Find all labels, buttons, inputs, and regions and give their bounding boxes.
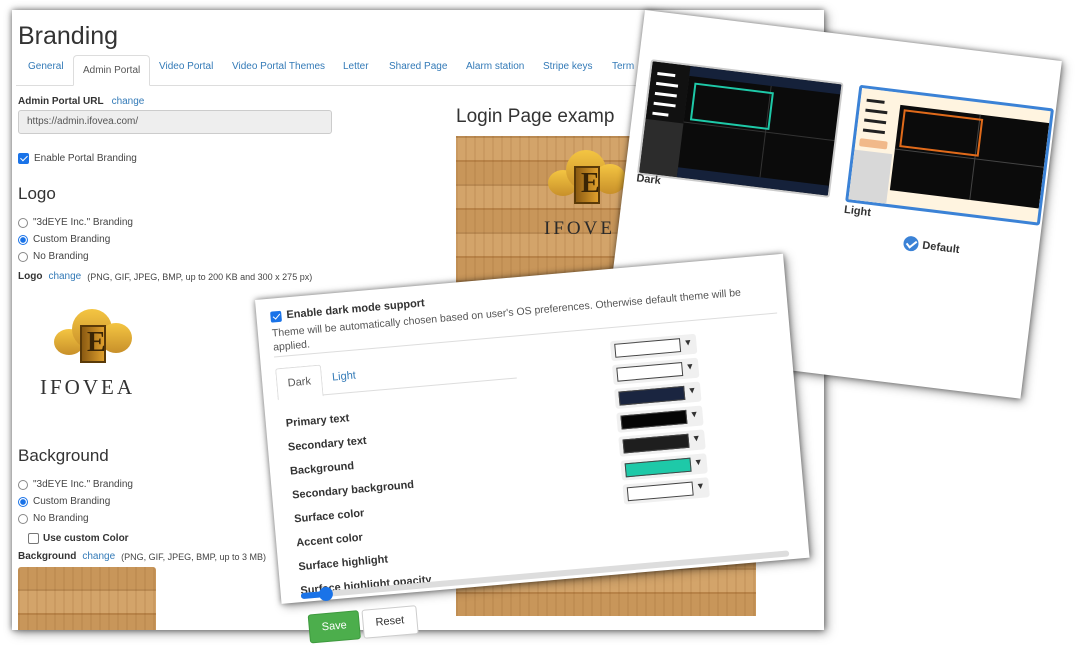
tab-alarm-station[interactable]: Alarm station: [466, 61, 524, 72]
theme-option-light[interactable]: [845, 84, 1055, 226]
tab-video-portal-themes[interactable]: Video Portal Themes: [232, 61, 325, 72]
enable-dark-mode-checkbox[interactable]: [270, 310, 282, 323]
background-label: Background: [18, 551, 77, 562]
enable-branding-label: Enable Portal Branding: [34, 153, 137, 164]
use-custom-color-row[interactable]: Use custom Color: [28, 533, 129, 544]
tab-light[interactable]: Light: [332, 370, 357, 384]
option-label: Custom Branding: [33, 234, 111, 245]
bg-option-custom[interactable]: Custom Branding: [18, 496, 110, 507]
admin-url-input[interactable]: https://admin.ifovea.com/: [18, 110, 332, 134]
check-circle-icon: [902, 235, 920, 253]
option-label: "3dEYE Inc." Branding: [33, 479, 133, 490]
radio-icon[interactable]: [18, 217, 28, 228]
option-label: Custom Branding: [33, 496, 111, 507]
background-upload-row: Background change (PNG, GIF, JPEG, BMP, …: [18, 551, 266, 562]
theme-light-label: Light: [843, 203, 872, 219]
accent-color-label: Accent color: [295, 531, 364, 550]
reset-button[interactable]: Reset: [361, 605, 419, 639]
caret-down-icon: ▼: [691, 432, 702, 444]
radio-icon[interactable]: [18, 496, 28, 507]
login-logo-wordmark: IFOVE: [544, 218, 615, 239]
slider-thumb[interactable]: [318, 586, 334, 602]
enable-branding-checkbox[interactable]: [18, 153, 29, 164]
tab-shared-page[interactable]: Shared Page: [389, 61, 447, 72]
admin-url-label: Admin Portal URL: [18, 96, 104, 107]
background-heading: Background: [18, 446, 109, 465]
caret-down-icon: ▼: [687, 384, 697, 396]
caret-down-icon: ▼: [693, 456, 704, 468]
logo-preview-image: E IFOVEA: [40, 305, 150, 405]
caret-down-icon: ▼: [683, 337, 693, 348]
bg-option-3deye[interactable]: "3dEYE Inc." Branding: [18, 479, 133, 490]
option-label: "3dEYE Inc." Branding: [33, 217, 133, 228]
caret-down-icon: ▼: [695, 480, 706, 492]
tab-video-portal[interactable]: Video Portal: [159, 61, 213, 72]
logo-upload-row: Logo change (PNG, GIF, JPEG, BMP, up to …: [18, 271, 312, 282]
default-theme-label: Default: [921, 239, 961, 256]
dark-mode-settings-card: Enable dark mode support Theme will be a…: [255, 253, 810, 644]
cloud-logo-icon: E: [548, 146, 628, 206]
surface-highlight-color-picker[interactable]: ▼: [622, 477, 710, 505]
logo-change-link[interactable]: change: [48, 271, 81, 282]
tab-stripe-keys[interactable]: Stripe keys: [543, 61, 592, 72]
radio-icon[interactable]: [18, 479, 28, 490]
accent-color-picker[interactable]: ▼: [620, 453, 708, 481]
tab-letter[interactable]: Letter: [343, 61, 369, 72]
option-label: No Branding: [33, 513, 89, 524]
secondary-text-color-picker[interactable]: ▼: [612, 357, 700, 386]
logo-heading: Logo: [18, 184, 56, 203]
save-button[interactable]: Save: [307, 610, 362, 644]
primary-text-label: Primary text: [285, 412, 350, 430]
theme-dark-label: Dark: [635, 172, 662, 188]
background-hint: (PNG, GIF, JPEG, BMP, up to 3 MB): [121, 551, 267, 562]
cloud-logo-icon: E: [54, 305, 134, 365]
radio-icon[interactable]: [18, 513, 28, 524]
surface-color-label: Surface color: [293, 507, 365, 526]
default-theme-indicator: Default: [902, 235, 961, 257]
secondary-background-label: Secondary background: [291, 478, 415, 502]
background-preview-image: [18, 567, 156, 630]
tab-term[interactable]: Term: [612, 61, 634, 72]
enable-branding-row[interactable]: Enable Portal Branding: [18, 153, 137, 164]
secondary-text-label: Secondary text: [287, 434, 368, 454]
use-custom-color-checkbox[interactable]: [28, 533, 39, 544]
admin-url-row: Admin Portal URL change: [18, 96, 144, 107]
page-title: Branding: [18, 22, 119, 50]
radio-icon[interactable]: [18, 251, 28, 262]
dark-mode-tabs: Dark Light: [275, 347, 517, 401]
logo-option-none[interactable]: No Branding: [18, 251, 89, 262]
theme-option-dark[interactable]: [636, 59, 844, 198]
use-custom-color-label: Use custom Color: [43, 533, 129, 544]
primary-text-color-picker[interactable]: ▼: [609, 333, 698, 362]
surface-color-picker[interactable]: ▼: [618, 429, 706, 457]
secondary-background-color-picker[interactable]: ▼: [616, 405, 704, 433]
tab-general[interactable]: General: [28, 61, 64, 72]
caret-down-icon: ▼: [685, 360, 695, 372]
caret-down-icon: ▼: [689, 408, 700, 420]
logo-hint: (PNG, GIF, JPEG, BMP, up to 200 KB and 3…: [87, 271, 313, 282]
logo-option-custom[interactable]: Custom Branding: [18, 234, 110, 245]
login-example-title: Login Page examp: [456, 106, 615, 127]
admin-url-change-link[interactable]: change: [112, 96, 145, 107]
radio-icon[interactable]: [18, 234, 28, 245]
tab-admin-portal[interactable]: Admin Portal: [73, 55, 151, 86]
logo-label: Logo: [18, 271, 43, 282]
tab-dark[interactable]: Dark: [275, 364, 324, 401]
surface-highlight-label: Surface highlight: [297, 553, 389, 574]
background-change-link[interactable]: change: [82, 551, 115, 562]
dark-sidebar: [639, 61, 691, 178]
logo-wordmark: IFOVEA: [40, 375, 135, 399]
background-color-label: Background: [289, 460, 355, 478]
logo-option-3deye[interactable]: "3dEYE Inc." Branding: [18, 217, 133, 228]
background-color-picker[interactable]: ▼: [614, 381, 702, 409]
bg-option-none[interactable]: No Branding: [18, 513, 89, 524]
option-label: No Branding: [33, 251, 89, 262]
